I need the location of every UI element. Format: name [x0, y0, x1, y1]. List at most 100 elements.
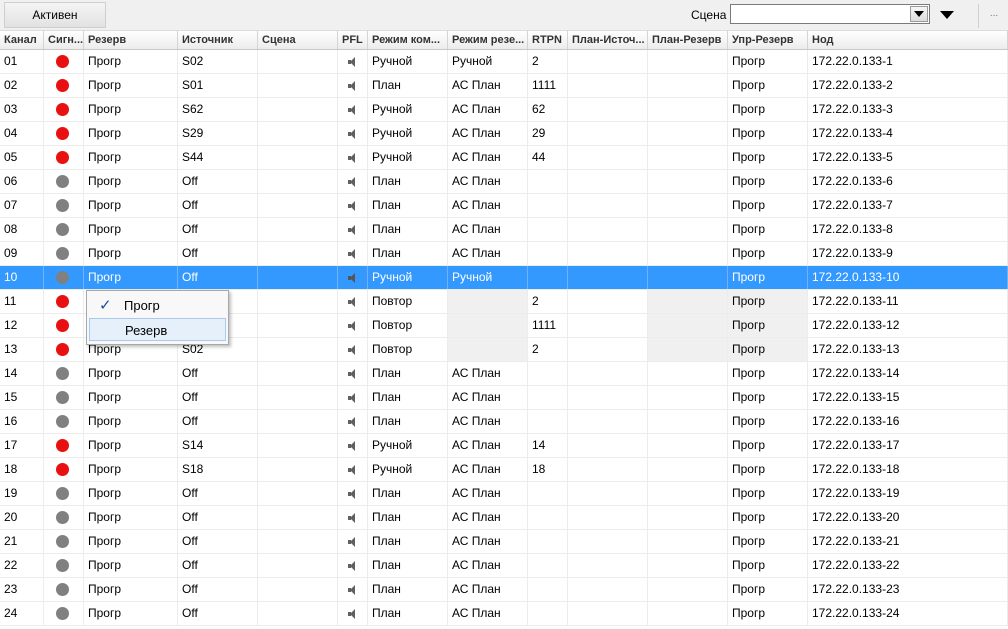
table-row[interactable]: 06 Прогр Off План АС План Прогр 172.22.0.133-6 — [0, 170, 1008, 194]
cell-reserve[interactable]: Прогр — [84, 410, 178, 433]
speaker-icon[interactable] — [348, 297, 357, 307]
cell-reserve-mode[interactable] — [448, 290, 528, 313]
cell-reserve[interactable]: Прогр — [84, 242, 178, 265]
speaker-icon[interactable] — [348, 225, 357, 235]
table-row[interactable]: 09 Прогр Off План АС План Прогр 172.22.0.133-9 — [0, 242, 1008, 266]
cell-pfl[interactable] — [338, 530, 368, 553]
table-row[interactable]: 04 Прогр S29 Ручной АС План 29 Прогр 172.22.0.1… — [0, 122, 1008, 146]
cell-reserve-mode[interactable]: АС План — [448, 434, 528, 457]
speaker-icon[interactable] — [348, 369, 357, 379]
table-row[interactable]: 24 Прогр Off План АС План Прогр 172.22.0.133-2… — [0, 602, 1008, 626]
speaker-icon[interactable] — [348, 57, 357, 67]
cell-reserve[interactable]: Прогр — [84, 266, 178, 289]
cell-pfl[interactable] — [338, 434, 368, 457]
cell-pfl[interactable] — [338, 578, 368, 601]
cell-pfl[interactable] — [338, 410, 368, 433]
cell-pfl[interactable] — [338, 74, 368, 97]
cell-pfl[interactable] — [338, 146, 368, 169]
table-row[interactable]: 14 Прогр Off План АС План Прогр 172.22.0.133-1… — [0, 362, 1008, 386]
cell-reserve[interactable]: Прогр — [84, 194, 178, 217]
scene-apply-button[interactable] — [937, 7, 959, 23]
speaker-icon[interactable] — [348, 585, 357, 595]
cell-pfl[interactable] — [338, 458, 368, 481]
cell-reserve-mode[interactable]: АС План — [448, 242, 528, 265]
cell-reserve[interactable]: Прогр — [84, 362, 178, 385]
cell-pfl[interactable] — [338, 386, 368, 409]
cell-reserve-mode[interactable]: Ручной — [448, 266, 528, 289]
scene-select[interactable] — [730, 4, 930, 24]
table-row[interactable]: 18 Прогр S18 Ручной АС План 18 Прогр 172.22.0.1… — [0, 458, 1008, 482]
speaker-icon[interactable] — [348, 345, 357, 355]
scene-dropdown-button[interactable] — [910, 6, 928, 22]
cell-reserve-mode[interactable]: АС План — [448, 362, 528, 385]
table-row[interactable]: 20 Прогр Off План АС План Прогр 172.22.0.133-2… — [0, 506, 1008, 530]
cell-reserve-mode[interactable]: АС План — [448, 554, 528, 577]
cell-reserve[interactable]: Прогр — [84, 218, 178, 241]
speaker-icon[interactable] — [348, 393, 357, 403]
speaker-icon[interactable] — [348, 177, 357, 187]
column-header-plan-source[interactable]: План-Источ... — [568, 31, 648, 49]
cell-reserve[interactable]: Прогр — [84, 554, 178, 577]
cell-reserve[interactable]: Прогр — [84, 98, 178, 121]
table-row[interactable]: 10 Прогр Off Ручной Ручной Прогр 172.22.0.133-… — [0, 266, 1008, 290]
cell-pfl[interactable] — [338, 266, 368, 289]
cell-pfl[interactable] — [338, 506, 368, 529]
speaker-icon[interactable] — [348, 105, 357, 115]
table-row[interactable]: 15 Прогр Off План АС План Прогр 172.22.0.133-1… — [0, 386, 1008, 410]
column-header-plan-reserve[interactable]: План-Резерв — [648, 31, 728, 49]
cell-pfl[interactable] — [338, 482, 368, 505]
cell-reserve-mode[interactable] — [448, 338, 528, 361]
cell-reserve-mode[interactable]: АС План — [448, 98, 528, 121]
cell-pfl[interactable] — [338, 362, 368, 385]
cell-reserve[interactable]: Прогр — [84, 122, 178, 145]
cell-reserve-mode[interactable]: АС План — [448, 530, 528, 553]
table-row[interactable]: 02 Прогр S01 План АС План 1111 Прогр 172.22.0.1… — [0, 74, 1008, 98]
cell-reserve-mode[interactable] — [448, 314, 528, 337]
menu-item-rezerv[interactable]: Резерв — [89, 318, 226, 341]
speaker-icon[interactable] — [348, 201, 357, 211]
speaker-icon[interactable] — [348, 441, 357, 451]
cell-reserve-mode[interactable]: АС План — [448, 578, 528, 601]
table-row[interactable]: 07 Прогр Off План АС План Прогр 172.22.0.133-7 — [0, 194, 1008, 218]
cell-pfl[interactable] — [338, 98, 368, 121]
table-row[interactable]: 03 Прогр S62 Ручной АС План 62 Прогр 172.22.0.1… — [0, 98, 1008, 122]
speaker-icon[interactable] — [348, 417, 357, 427]
speaker-icon[interactable] — [348, 489, 357, 499]
cell-reserve-mode[interactable]: Ручной — [448, 50, 528, 73]
cell-reserve[interactable]: Прогр — [84, 386, 178, 409]
cell-reserve[interactable]: Прогр — [84, 434, 178, 457]
cell-pfl[interactable] — [338, 602, 368, 625]
cell-pfl[interactable] — [338, 338, 368, 361]
column-header-ctrl-reserve[interactable]: Упр-Резерв — [728, 31, 808, 49]
column-header-pfl[interactable]: PFL — [338, 31, 368, 49]
cell-reserve-mode[interactable]: АС План — [448, 482, 528, 505]
cell-reserve-mode[interactable]: АС План — [448, 218, 528, 241]
cell-reserve-mode[interactable]: АС План — [448, 386, 528, 409]
table-row[interactable]: 16 Прогр Off План АС План Прогр 172.22.0.133-1… — [0, 410, 1008, 434]
table-row[interactable]: 08 Прогр Off План АС План Прогр 172.22.0.133-8 — [0, 218, 1008, 242]
column-header-reserve-mode[interactable]: Режим резе... — [448, 31, 528, 49]
cell-reserve[interactable]: Прогр — [84, 74, 178, 97]
cell-pfl[interactable] — [338, 122, 368, 145]
cell-reserve-mode[interactable]: АС План — [448, 458, 528, 481]
cell-reserve-mode[interactable]: АС План — [448, 170, 528, 193]
cell-reserve-mode[interactable]: АС План — [448, 194, 528, 217]
speaker-icon[interactable] — [348, 129, 357, 139]
cell-pfl[interactable] — [338, 242, 368, 265]
cell-reserve[interactable]: Прогр — [84, 482, 178, 505]
cell-reserve-mode[interactable]: АС План — [448, 74, 528, 97]
more-button[interactable]: ... — [978, 4, 1008, 28]
active-button[interactable]: Активен — [4, 2, 106, 28]
column-header-command-mode[interactable]: Режим ком... — [368, 31, 448, 49]
column-header-reserve[interactable]: Резерв — [84, 31, 178, 49]
cell-reserve[interactable]: Прогр — [84, 602, 178, 625]
table-row[interactable]: 01 Прогр S02 Ручной Ручной 2 Прогр 172.22.0.133… — [0, 50, 1008, 74]
column-header-node[interactable]: Нод — [808, 31, 1008, 49]
table-row[interactable]: 19 Прогр Off План АС План Прогр 172.22.0.133-1… — [0, 482, 1008, 506]
cell-reserve-mode[interactable]: АС План — [448, 602, 528, 625]
column-header-signal[interactable]: Сигн... — [44, 31, 84, 49]
speaker-icon[interactable] — [348, 273, 357, 283]
cell-reserve[interactable]: Прогр — [84, 506, 178, 529]
cell-reserve[interactable]: Прогр — [84, 530, 178, 553]
cell-pfl[interactable] — [338, 290, 368, 313]
